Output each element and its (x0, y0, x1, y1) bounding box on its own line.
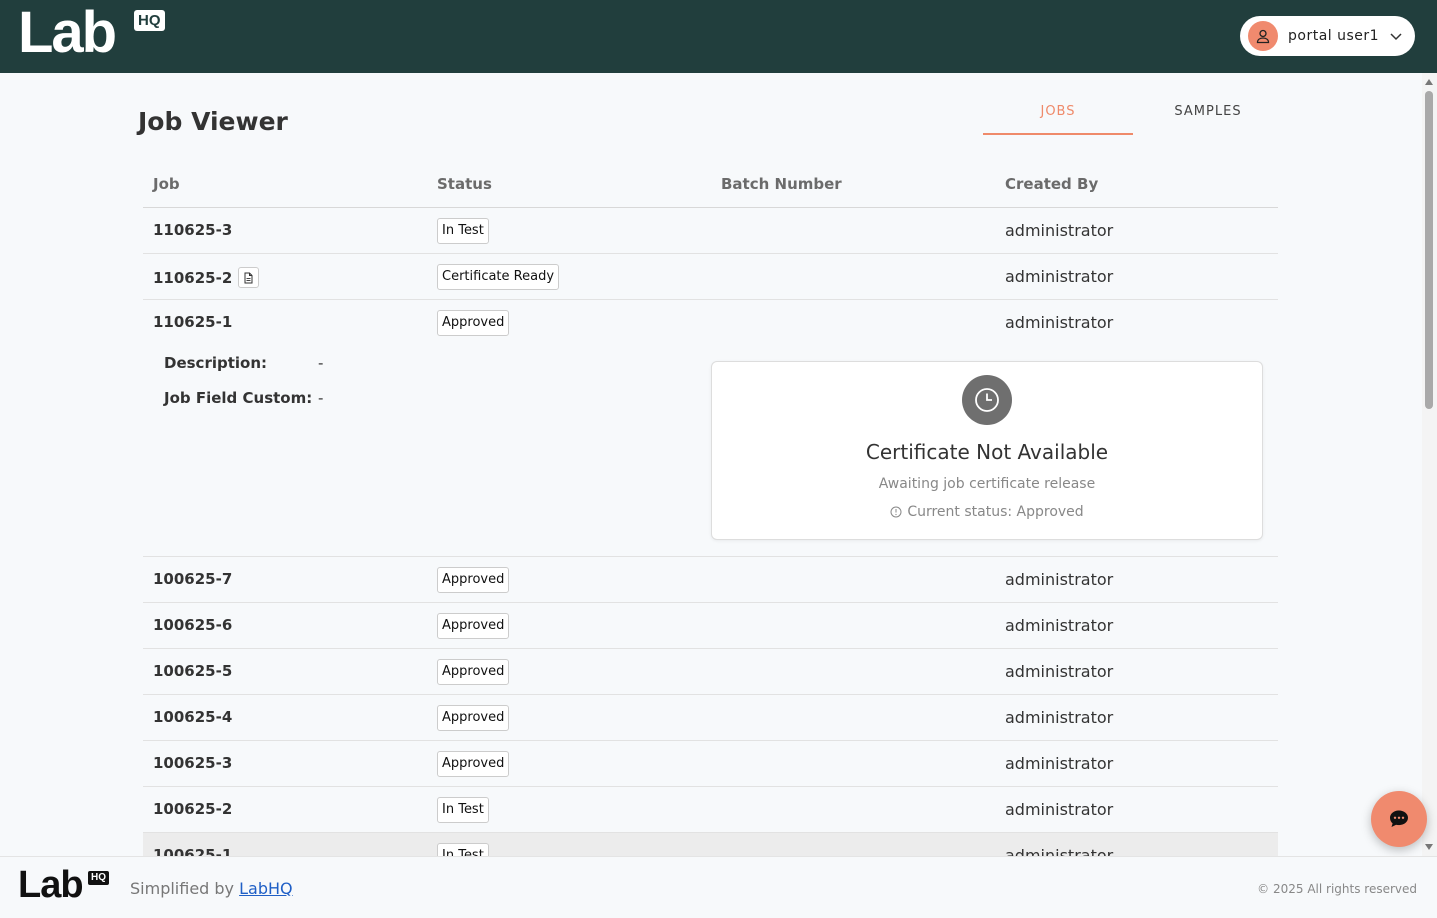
clock-icon (962, 375, 1012, 425)
table-row[interactable]: 110625-1 Approved administrator (143, 300, 1278, 346)
tab-samples[interactable]: SAMPLES (1133, 95, 1283, 135)
created-by: administrator (1005, 616, 1114, 635)
created-by: administrator (1005, 662, 1114, 681)
column-header-status[interactable]: Status (437, 175, 492, 193)
scroll-down-arrow-icon[interactable] (1425, 844, 1433, 850)
description-field: Description: - (164, 354, 323, 372)
job-id: 110625-3 (153, 221, 233, 239)
simplified-by-text: Simplified by LabHQ (130, 879, 293, 898)
job-id: 100625-6 (153, 616, 233, 634)
table-row[interactable]: 100625-4 Approved administrator (143, 695, 1278, 741)
scroll-up-arrow-icon[interactable] (1425, 79, 1433, 85)
table-row[interactable]: 100625-3 Approved administrator (143, 741, 1278, 787)
certificate-status-text: Current status: Approved (907, 504, 1084, 520)
created-by: administrator (1005, 267, 1114, 286)
view-tabs: JOBS SAMPLES (983, 95, 1283, 135)
job-id: 110625-2 (153, 268, 233, 287)
column-header-batch-number[interactable]: Batch Number (721, 175, 842, 193)
table-row[interactable]: 100625-6 Approved administrator (143, 603, 1278, 649)
certificate-current-status: Current status: Approved (712, 504, 1262, 520)
vertical-scrollbar[interactable] (1422, 73, 1437, 856)
job-id-cell: 110625-2 (153, 267, 260, 288)
column-header-created-by[interactable]: Created By (1005, 175, 1098, 193)
certificate-status-card: Certificate Not Available Awaiting job c… (711, 361, 1263, 540)
job-id: 100625-7 (153, 570, 233, 588)
table-row[interactable]: 110625-3 In Test administrator (143, 208, 1278, 254)
footer-labhq-logo-badge: HQ (88, 871, 109, 885)
certificate-document-button[interactable] (238, 267, 260, 288)
job-field-custom-field: Job Field Custom: - (164, 389, 323, 407)
status-badge: Approved (437, 751, 510, 777)
table-row[interactable]: 100625-1 In Test administrator (143, 833, 1278, 856)
main-content: Job Viewer JOBS SAMPLES Job Status Batch… (0, 73, 1422, 856)
table-row[interactable]: 100625-7 Approved administrator (143, 557, 1278, 603)
user-avatar (1248, 21, 1278, 51)
info-icon (890, 506, 902, 518)
chevron-down-icon (1389, 29, 1403, 43)
copyright-text: © 2025 All rights reserved (1257, 882, 1417, 896)
certificate-subtitle: Awaiting job certificate release (878, 476, 1096, 492)
created-by: administrator (1005, 708, 1114, 727)
user-name: portal user1 (1288, 28, 1380, 44)
footer: Lab HQ Simplified by LabHQ © 2025 All ri… (0, 856, 1437, 918)
job-field-custom-label: Job Field Custom: (164, 389, 313, 407)
table-row[interactable]: 100625-2 In Test administrator (143, 787, 1278, 833)
created-by: administrator (1005, 754, 1114, 773)
description-label: Description: (164, 354, 268, 372)
simplified-by-prefix: Simplified by (130, 879, 240, 898)
user-icon (1256, 29, 1270, 44)
job-id: 110625-1 (153, 313, 233, 331)
table-header: Job Status Batch Number Created By (143, 163, 1278, 208)
status-badge: Certificate Ready (437, 264, 560, 290)
user-menu-button[interactable]: portal user1 (1240, 16, 1415, 56)
tab-jobs[interactable]: JOBS (983, 95, 1133, 135)
created-by: administrator (1005, 221, 1114, 240)
created-by: administrator (1005, 313, 1114, 332)
table-row[interactable]: 110625-2 Certificate Ready administrator (143, 254, 1278, 300)
status-badge: In Test (437, 218, 489, 244)
scrollbar-thumb[interactable] (1425, 91, 1433, 409)
created-by: administrator (1005, 570, 1114, 589)
chat-bubble-icon (1390, 810, 1408, 827)
labhq-logo-badge: HQ (134, 10, 165, 31)
job-id: 100625-1 (153, 846, 233, 856)
status-badge: Approved (437, 613, 510, 639)
job-field-custom-value: - (318, 389, 324, 407)
expanded-row: 110625-1 Approved administrator Descript… (143, 300, 1278, 557)
top-bar: Lab HQ portal user1 (0, 0, 1437, 73)
status-badge: Approved (437, 567, 510, 593)
job-id: 100625-2 (153, 800, 233, 818)
status-badge: Approved (437, 705, 510, 731)
table-row[interactable]: 100625-5 Approved administrator (143, 649, 1278, 695)
labhq-link[interactable]: LabHQ (239, 879, 293, 898)
status-badge: Approved (437, 310, 510, 336)
status-badge: In Test (437, 797, 489, 823)
description-value: - (318, 354, 324, 372)
created-by: administrator (1005, 800, 1114, 819)
chat-button[interactable] (1371, 791, 1427, 847)
job-id: 100625-5 (153, 662, 233, 680)
footer-labhq-logo: Lab (18, 864, 84, 906)
labhq-logo[interactable]: Lab (18, 4, 117, 62)
column-header-job[interactable]: Job (153, 175, 180, 193)
status-badge: In Test (437, 843, 489, 856)
page-title: Job Viewer (138, 107, 288, 136)
status-badge: Approved (437, 659, 510, 685)
job-id: 100625-4 (153, 708, 233, 726)
document-icon (244, 272, 253, 283)
created-by: administrator (1005, 846, 1114, 856)
job-id: 100625-3 (153, 754, 233, 772)
certificate-title: Certificate Not Available (865, 440, 1109, 464)
jobs-table: Job Status Batch Number Created By 11062… (143, 163, 1278, 856)
